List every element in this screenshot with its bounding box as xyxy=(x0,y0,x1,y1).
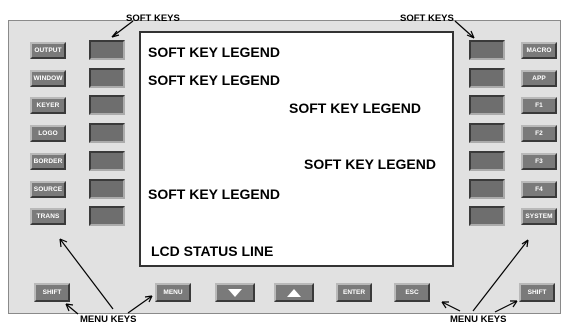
arrow-menu-right-system xyxy=(472,239,529,312)
arrow-menu-left-trans xyxy=(59,238,114,310)
arrow-soft-keys-right xyxy=(454,20,475,39)
arrow-menu-left-menu xyxy=(127,295,153,314)
arrow-soft-keys-left xyxy=(111,20,134,38)
callout-arrows xyxy=(59,20,529,315)
